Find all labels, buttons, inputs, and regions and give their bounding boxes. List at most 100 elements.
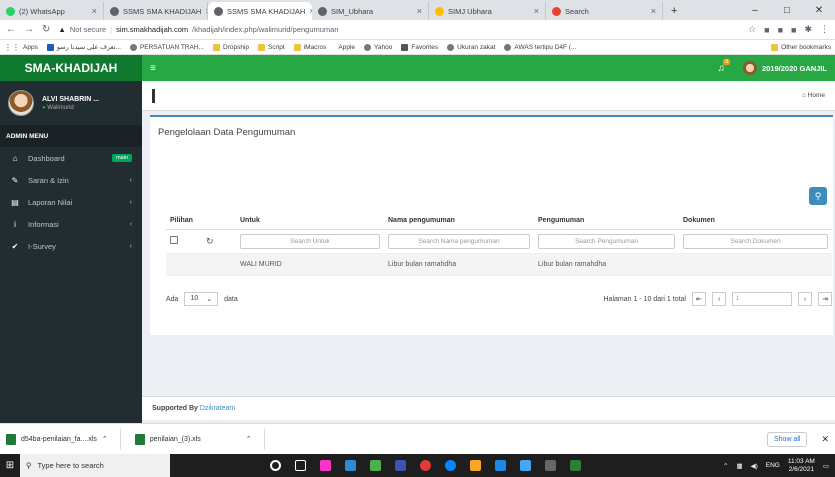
- close-icon[interactable]: ×: [417, 6, 422, 16]
- site-icon: [435, 6, 444, 16]
- cortana-icon[interactable]: [270, 460, 281, 471]
- bookmark-item[interactable]: تعرف على سيدنا رسو...: [46, 43, 121, 51]
- last-page-button[interactable]: ⇥: [818, 292, 832, 306]
- sidebar-item-laporan-nilai[interactable]: ▤ Laporan Nilai ‹: [0, 191, 142, 213]
- extension-icon[interactable]: ■: [791, 25, 796, 35]
- bookmark-folder[interactable]: Favorites: [401, 43, 438, 51]
- bookmark-apps[interactable]: ⋮⋮ Apps: [4, 43, 38, 52]
- download-item[interactable]: d54ba-penilaian_fa....xls ⌃: [6, 428, 121, 450]
- url-input[interactable]: ▲ Not secure | sim.smakhadijah.com/khadi…: [58, 22, 740, 37]
- extension-icon[interactable]: ■: [764, 25, 769, 35]
- taskbar: ⊞ ⚲ Type here to search ⌃ ▦ ◀) ENG 11:03 …: [0, 454, 835, 477]
- chevron-up-icon[interactable]: ⌃: [102, 435, 108, 443]
- footer-link[interactable]: Dzikrateam: [200, 405, 235, 412]
- avatar[interactable]: [742, 61, 757, 75]
- sidebar-item-i-survey[interactable]: ✔ I-Survey ‹: [0, 235, 142, 257]
- network-icon[interactable]: ▦: [736, 462, 742, 470]
- download-item[interactable]: penilaian_(3).xls ⌃: [134, 428, 265, 450]
- column-header[interactable]: Dokumen: [679, 212, 832, 230]
- reload-icon[interactable]: ↻: [42, 24, 50, 35]
- bookmark-item[interactable]: PERSATUAN TRAH...: [129, 43, 204, 51]
- bookmark-item[interactable]: Ukuran zakat: [447, 43, 495, 51]
- word-icon[interactable]: [495, 460, 506, 471]
- close-icon[interactable]: ×: [534, 6, 539, 16]
- other-bookmarks[interactable]: Other bookmarks: [771, 43, 831, 51]
- reset-filter-icon[interactable]: ↻: [206, 236, 214, 246]
- back-icon[interactable]: ←: [6, 24, 16, 35]
- forward-icon[interactable]: →: [24, 24, 34, 35]
- extension-icon[interactable]: ■: [778, 25, 783, 35]
- next-page-button[interactable]: ›: [798, 292, 812, 306]
- mail-icon[interactable]: [345, 460, 356, 471]
- task-view-icon[interactable]: [295, 460, 306, 471]
- excel-icon[interactable]: [570, 460, 581, 471]
- page-footer: Supported By Dzikrateam: [142, 396, 835, 420]
- close-icon[interactable]: ✕: [821, 434, 829, 445]
- app-icon[interactable]: [395, 460, 406, 471]
- taskbar-search-input[interactable]: ⚲ Type here to search: [20, 454, 170, 477]
- tab-simj-ubhara[interactable]: SIMJ Ubhara ×: [429, 2, 546, 20]
- volume-icon[interactable]: ◀): [751, 462, 758, 470]
- bookmark-item[interactable]: Yahoo: [364, 43, 392, 51]
- prev-page-button[interactable]: ‹: [712, 292, 726, 306]
- filter-nama-input[interactable]: Search Nama pengumuman: [388, 234, 530, 249]
- filter-untuk-input[interactable]: Search Untuk: [240, 234, 380, 249]
- show-all-button[interactable]: Show all: [766, 431, 808, 447]
- folder-icon[interactable]: [470, 460, 481, 471]
- sidebar-item-dashboard[interactable]: ⌂ Dashboard main: [0, 147, 142, 169]
- first-page-button[interactable]: ⇤: [692, 292, 706, 306]
- bookmark-folder[interactable]: iMacros: [293, 43, 326, 51]
- chevron-up-icon[interactable]: ⌃: [723, 462, 728, 470]
- sidebar-item-saran-izin[interactable]: ✎ Saran & Izin ‹: [0, 169, 142, 191]
- tab-whatsapp[interactable]: (2) WhatsApp ×: [0, 2, 104, 20]
- clock[interactable]: 11:03 AM 2/6/2021: [788, 458, 815, 474]
- top-navbar: ≡ ♫ 0 2019/2020 GANJIL: [142, 55, 835, 81]
- minimize-icon[interactable]: –: [739, 5, 771, 16]
- folder-icon: [401, 43, 409, 51]
- sidebar-item-informasi[interactable]: i Informasi ‹: [0, 213, 142, 235]
- chrome-icon[interactable]: [420, 460, 431, 471]
- page-size-select[interactable]: 10 ⌄: [184, 292, 219, 306]
- filter-dokumen-input[interactable]: Search Dokumen: [683, 234, 828, 249]
- breadcrumb[interactable]: ⌂ Home: [802, 92, 825, 99]
- column-header[interactable]: Nama pengumuman: [384, 212, 534, 230]
- bookmark-item[interactable]: AWAS tertipu D4F (...: [504, 43, 576, 51]
- store-icon[interactable]: [320, 460, 331, 471]
- notification-center-icon[interactable]: ▭: [823, 462, 829, 470]
- tab-sim-ubhara[interactable]: SIM_Ubhara ×: [312, 2, 429, 20]
- edge-icon[interactable]: [445, 460, 456, 471]
- bookmark-item[interactable]: Apple: [335, 44, 355, 51]
- new-tab-button[interactable]: +: [663, 2, 685, 20]
- brand-logo[interactable]: SMA-KHADIJAH: [0, 55, 142, 81]
- column-header[interactable]: Pengumuman: [534, 212, 679, 230]
- browser-tab-strip: (2) WhatsApp× SSMS SMA KHADIJAH× SSMS SM…: [0, 0, 835, 20]
- tab-ssms-1[interactable]: SSMS SMA KHADIJAH×: [104, 2, 208, 20]
- select-all-checkbox[interactable]: [170, 236, 178, 244]
- app-icon[interactable]: [520, 460, 531, 471]
- windows-start-icon[interactable]: ⊞: [0, 460, 20, 471]
- bookmark-folder[interactable]: Script: [258, 43, 285, 51]
- warning-icon: ▲: [58, 25, 66, 34]
- table-row[interactable]: WALI MURID Libur bulan ramahdha Libur bu…: [166, 253, 832, 276]
- search-button[interactable]: ⚲: [809, 187, 827, 205]
- tab-ssms-2[interactable]: SSMS SMA KHADIJAH ×: [208, 2, 312, 20]
- language-indicator[interactable]: ENG: [766, 462, 780, 469]
- close-icon[interactable]: ×: [92, 6, 97, 16]
- app-icon[interactable]: [370, 460, 381, 471]
- filter-pengumuman-input[interactable]: Search Pengumuman: [538, 234, 675, 249]
- star-icon[interactable]: ☆: [748, 24, 756, 35]
- close-icon[interactable]: ×: [651, 6, 656, 16]
- maximize-icon[interactable]: □: [771, 5, 803, 16]
- column-header[interactable]: Untuk: [236, 212, 384, 230]
- tab-search[interactable]: Search ×: [546, 2, 663, 20]
- hamburger-icon[interactable]: ≡: [150, 63, 156, 74]
- close-window-icon[interactable]: ✕: [803, 5, 835, 16]
- chevron-up-icon[interactable]: ⌃: [246, 435, 252, 443]
- menu-dots-icon[interactable]: ⋮: [820, 24, 829, 35]
- page-number-input[interactable]: 1: [732, 292, 792, 306]
- academic-period[interactable]: 2019/2020 GANJIL: [762, 64, 827, 73]
- notification-bell-icon[interactable]: ♫ 0: [717, 58, 731, 74]
- bookmark-folder[interactable]: Dropship: [213, 43, 249, 51]
- puzzle-icon[interactable]: ✱: [804, 24, 812, 35]
- app-icon[interactable]: [545, 460, 556, 471]
